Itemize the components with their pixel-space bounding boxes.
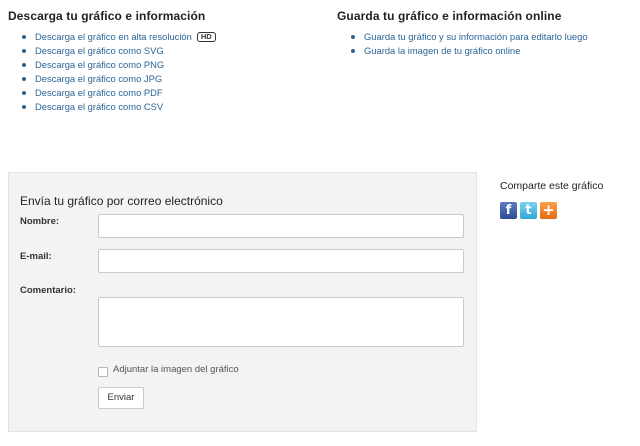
- download-item-png: Descarga el gráfico como PNG: [18, 58, 308, 72]
- download-item-jpg: Descarga el gráfico como JPG: [18, 72, 308, 86]
- comment-textarea[interactable]: [98, 297, 464, 347]
- save-links: Guarda tu gráfico y su información para …: [337, 30, 637, 58]
- save-item-image: Guarda la imagen de tu gráfico online: [347, 44, 637, 58]
- name-label: Nombre:: [20, 216, 60, 227]
- save-for-edit-link[interactable]: Guarda tu gráfico y su información para …: [364, 31, 588, 42]
- name-input[interactable]: [98, 214, 464, 238]
- download-item-csv: Descarga el gráfico como CSV: [18, 100, 308, 114]
- download-item-hd: Descarga el gráfico en alta resolución HD: [18, 30, 308, 44]
- download-png-link[interactable]: Descarga el gráfico como PNG: [35, 59, 164, 70]
- add-share-icon[interactable]: +: [540, 202, 557, 219]
- download-jpg-link[interactable]: Descarga el gráfico como JPG: [35, 73, 162, 84]
- download-svg-link[interactable]: Descarga el gráfico como SVG: [35, 45, 164, 56]
- hd-badge: HD: [196, 32, 216, 42]
- share-title: Comparte este gráfico: [500, 180, 604, 192]
- share-section: Comparte este gráfico f t +: [500, 180, 640, 219]
- download-links: Descarga el gráfico en alta resolución HD…: [8, 30, 308, 115]
- email-label: E-mail:: [20, 251, 52, 262]
- email-form-title: Envía tu gráfico por correo electrónico: [20, 194, 223, 208]
- facebook-icon[interactable]: f: [500, 202, 517, 219]
- download-pdf-link[interactable]: Descarga el gráfico como PDF: [35, 87, 163, 98]
- attach-image-label[interactable]: Adjuntar la imagen del gráfico: [113, 364, 239, 375]
- email-form-panel: Envía tu gráfico por correo electrónico …: [8, 172, 477, 432]
- comment-label: Comentario:: [20, 285, 76, 296]
- download-item-svg: Descarga el gráfico como SVG: [18, 44, 308, 58]
- save-image-online-link[interactable]: Guarda la imagen de tu gráfico online: [364, 45, 520, 56]
- send-button[interactable]: Enviar: [98, 387, 144, 409]
- download-item-pdf: Descarga el gráfico como PDF: [18, 86, 308, 100]
- twitter-icon[interactable]: t: [520, 202, 537, 219]
- download-csv-link[interactable]: Descarga el gráfico como CSV: [35, 101, 163, 112]
- save-section: Guarda tu gráfico e información online G…: [337, 9, 637, 58]
- attach-image-checkbox[interactable]: [98, 367, 108, 377]
- download-title: Descarga tu gráfico e información: [8, 9, 206, 23]
- download-hd-link[interactable]: Descarga el gráfico en alta resolución: [35, 31, 192, 42]
- email-input[interactable]: [98, 249, 464, 273]
- save-title: Guarda tu gráfico e información online: [337, 9, 562, 23]
- save-item-edit: Guarda tu gráfico y su información para …: [347, 30, 637, 44]
- download-section: Descarga tu gráfico e información Descar…: [8, 9, 308, 115]
- share-icons: f t +: [500, 202, 640, 219]
